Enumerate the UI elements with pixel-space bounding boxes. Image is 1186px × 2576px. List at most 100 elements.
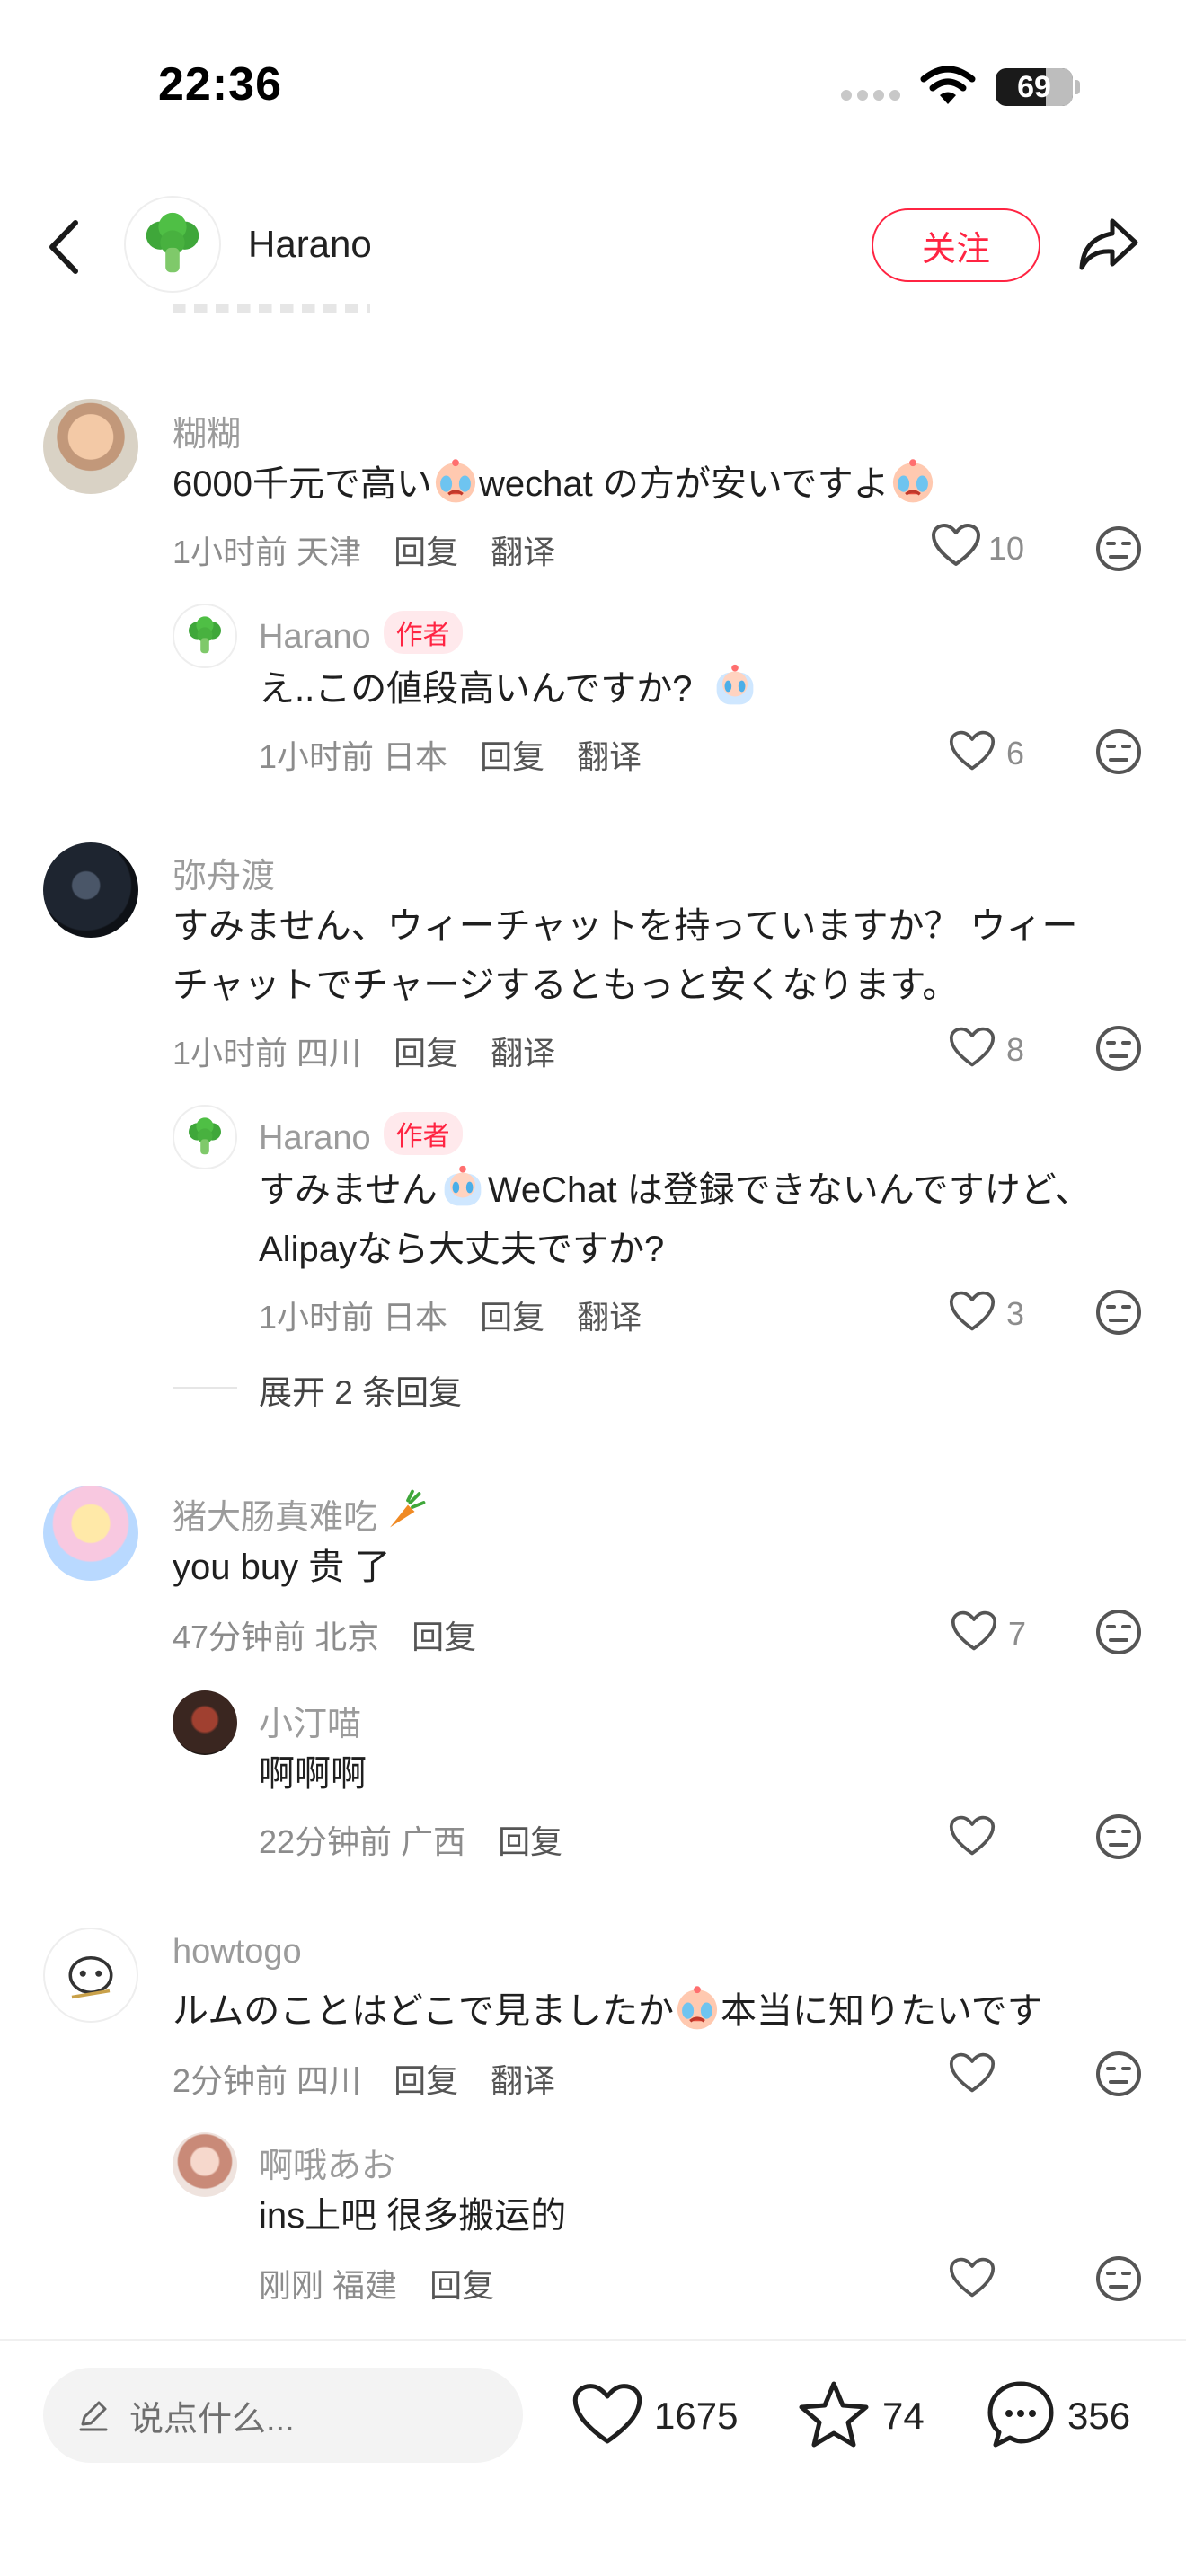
comment-username[interactable]: 弥舟渡 bbox=[173, 848, 275, 897]
comment-text: you buy 贵 了 bbox=[173, 1548, 391, 1587]
back-arrow-icon[interactable] bbox=[43, 217, 86, 277]
reply-text-line-1: すみません WeChat は登録できないんですけど、 bbox=[259, 1160, 1091, 1220]
dislike-icon[interactable] bbox=[1094, 1288, 1143, 1337]
crying-emoji-icon bbox=[674, 1985, 721, 2032]
comment-time: 1小时前 bbox=[173, 534, 288, 570]
comment-time: 2分钟前 bbox=[173, 2062, 288, 2099]
author-reply-avatar[interactable] bbox=[173, 604, 237, 668]
reply-button[interactable]: 回复 bbox=[480, 1299, 544, 1336]
follow-button[interactable]: 关注 bbox=[872, 208, 1040, 282]
author-reply-avatar[interactable] bbox=[173, 1105, 237, 1169]
expand-replies-button[interactable]: 展开 2 条回复 bbox=[259, 1365, 462, 1414]
comment-meta: 2分钟前 四川 回复 翻译 bbox=[173, 2055, 555, 2102]
reply-username-text[interactable]: Harano bbox=[259, 1119, 371, 1157]
comment-location: 天津 bbox=[296, 534, 362, 570]
dislike-icon[interactable] bbox=[1094, 1024, 1143, 1072]
broccoli-icon bbox=[189, 1117, 221, 1155]
reply-text-part: WeChat は登録できないんですけど、 bbox=[487, 1170, 1091, 1210]
cartoon-ghost-icon bbox=[68, 1956, 113, 1999]
comment-text: 6000千元で高い wechat の方が安いですよ bbox=[173, 454, 936, 514]
like-icon[interactable] bbox=[949, 2051, 996, 2095]
reply-button[interactable]: 回复 bbox=[394, 1035, 458, 1072]
user-avatar[interactable] bbox=[43, 399, 138, 494]
reply-location: 福建 bbox=[332, 2267, 398, 2304]
reply-button[interactable]: 回复 bbox=[412, 1619, 476, 1655]
reply-button[interactable]: 回复 bbox=[498, 1823, 562, 1860]
translate-button[interactable]: 翻译 bbox=[491, 534, 555, 570]
reply-username: Harano 作者 bbox=[259, 611, 463, 657]
comment-location: 四川 bbox=[296, 2062, 362, 2099]
star-icon[interactable] bbox=[798, 2380, 870, 2450]
user-avatar[interactable] bbox=[43, 842, 138, 938]
dislike-icon[interactable] bbox=[1094, 1813, 1143, 1861]
reply-text-line-2: Alipayなら大丈夫ですか? bbox=[259, 1230, 665, 1269]
reply-avatar[interactable] bbox=[173, 1690, 237, 1755]
post-like-count: 1675 bbox=[654, 2395, 739, 2437]
like-count: 6 bbox=[1006, 735, 1025, 772]
dislike-icon[interactable] bbox=[1094, 525, 1143, 573]
author-badge: 作者 bbox=[383, 611, 463, 654]
scrolled-off-comment-fragment bbox=[173, 304, 442, 322]
comment-bubble-icon[interactable] bbox=[985, 2378, 1057, 2450]
translate-button[interactable]: 翻译 bbox=[491, 2062, 555, 2099]
comment-location: 北京 bbox=[314, 1619, 380, 1655]
like-icon[interactable] bbox=[931, 523, 981, 568]
reply-text: 啊啊啊 bbox=[259, 1754, 367, 1794]
post-like-icon[interactable] bbox=[571, 2382, 643, 2447]
reply-button[interactable]: 回复 bbox=[480, 738, 544, 775]
reply-username[interactable]: 小汀喵 bbox=[259, 1696, 361, 1745]
like-icon[interactable] bbox=[949, 2256, 996, 2299]
dislike-icon[interactable] bbox=[1094, 728, 1143, 776]
reply-meta: 刚刚 福建 回复 bbox=[259, 2260, 494, 2307]
like-icon[interactable] bbox=[951, 1610, 997, 1653]
user-avatar[interactable] bbox=[43, 1486, 138, 1581]
reply-avatar[interactable] bbox=[173, 2132, 237, 2197]
user-avatar[interactable] bbox=[43, 1928, 138, 2023]
dislike-icon[interactable] bbox=[1094, 2050, 1143, 2098]
like-icon[interactable] bbox=[949, 1026, 996, 1069]
like-count: 3 bbox=[1006, 1295, 1025, 1332]
reply-button[interactable]: 回复 bbox=[394, 2062, 458, 2099]
comment-location: 四川 bbox=[296, 1035, 362, 1072]
like-icon[interactable] bbox=[949, 729, 996, 772]
carrot-emoji-icon bbox=[381, 1489, 426, 1534]
comment-time: 1小时前 bbox=[173, 1035, 288, 1072]
crying-emoji-icon bbox=[710, 663, 760, 710]
comment-text-part: 本当に知りたいです bbox=[721, 1991, 1043, 2031]
comment-username[interactable]: 糊糊 bbox=[173, 406, 241, 455]
reply-time: 22分钟前 bbox=[259, 1823, 393, 1860]
battery-tip bbox=[1075, 80, 1080, 94]
share-icon[interactable] bbox=[1076, 216, 1141, 273]
author-name[interactable]: Harano bbox=[248, 223, 372, 266]
reply-button[interactable]: 回复 bbox=[394, 534, 458, 570]
comment-text: ルムのことはどこで見ましたか 本当に知りたいです bbox=[173, 1981, 1043, 2041]
comment-text-part: 6000千元で高い bbox=[173, 464, 432, 504]
like-icon[interactable] bbox=[949, 1290, 996, 1333]
reply-location: 日本 bbox=[383, 1299, 448, 1336]
translate-button[interactable]: 翻译 bbox=[577, 1299, 642, 1336]
expand-divider bbox=[173, 1387, 237, 1389]
wifi-icon bbox=[920, 65, 976, 106]
comment-text-line-2: チャットでチャージするともっと安くなります。 bbox=[173, 966, 959, 1005]
author-avatar[interactable] bbox=[124, 196, 221, 293]
translate-button[interactable]: 翻译 bbox=[577, 738, 642, 775]
reply-username-text[interactable]: Harano bbox=[259, 618, 371, 656]
comment-meta: 1小时前 天津 回复 翻译 bbox=[173, 526, 555, 573]
comment-username[interactable]: howtogo bbox=[173, 1933, 302, 1972]
reply-button[interactable]: 回复 bbox=[429, 2267, 494, 2304]
comment-username-text[interactable]: 猪大肠真难吃 bbox=[173, 1499, 377, 1537]
translate-button[interactable]: 翻译 bbox=[491, 1035, 555, 1072]
dislike-icon[interactable] bbox=[1094, 1608, 1143, 1656]
reply-time: 刚刚 bbox=[259, 2267, 324, 2304]
reply-location: 日本 bbox=[383, 738, 448, 775]
reply-text: ins上吧 很多搬运的 bbox=[259, 2196, 567, 2236]
broccoli-icon bbox=[146, 212, 199, 273]
comment-input-placeholder: 说点什么... bbox=[129, 2400, 295, 2439]
reply-username[interactable]: 啊哦あお bbox=[259, 2138, 395, 2187]
comment-input[interactable]: 说点什么... bbox=[43, 2368, 523, 2463]
reply-text-part: すみません bbox=[259, 1170, 438, 1210]
dislike-icon[interactable] bbox=[1094, 2254, 1143, 2303]
like-icon[interactable] bbox=[949, 1814, 996, 1857]
comment-username: 猪大肠真难吃 bbox=[173, 1489, 426, 1539]
comment-text-part: wechat の方が安いですよ bbox=[478, 464, 890, 504]
